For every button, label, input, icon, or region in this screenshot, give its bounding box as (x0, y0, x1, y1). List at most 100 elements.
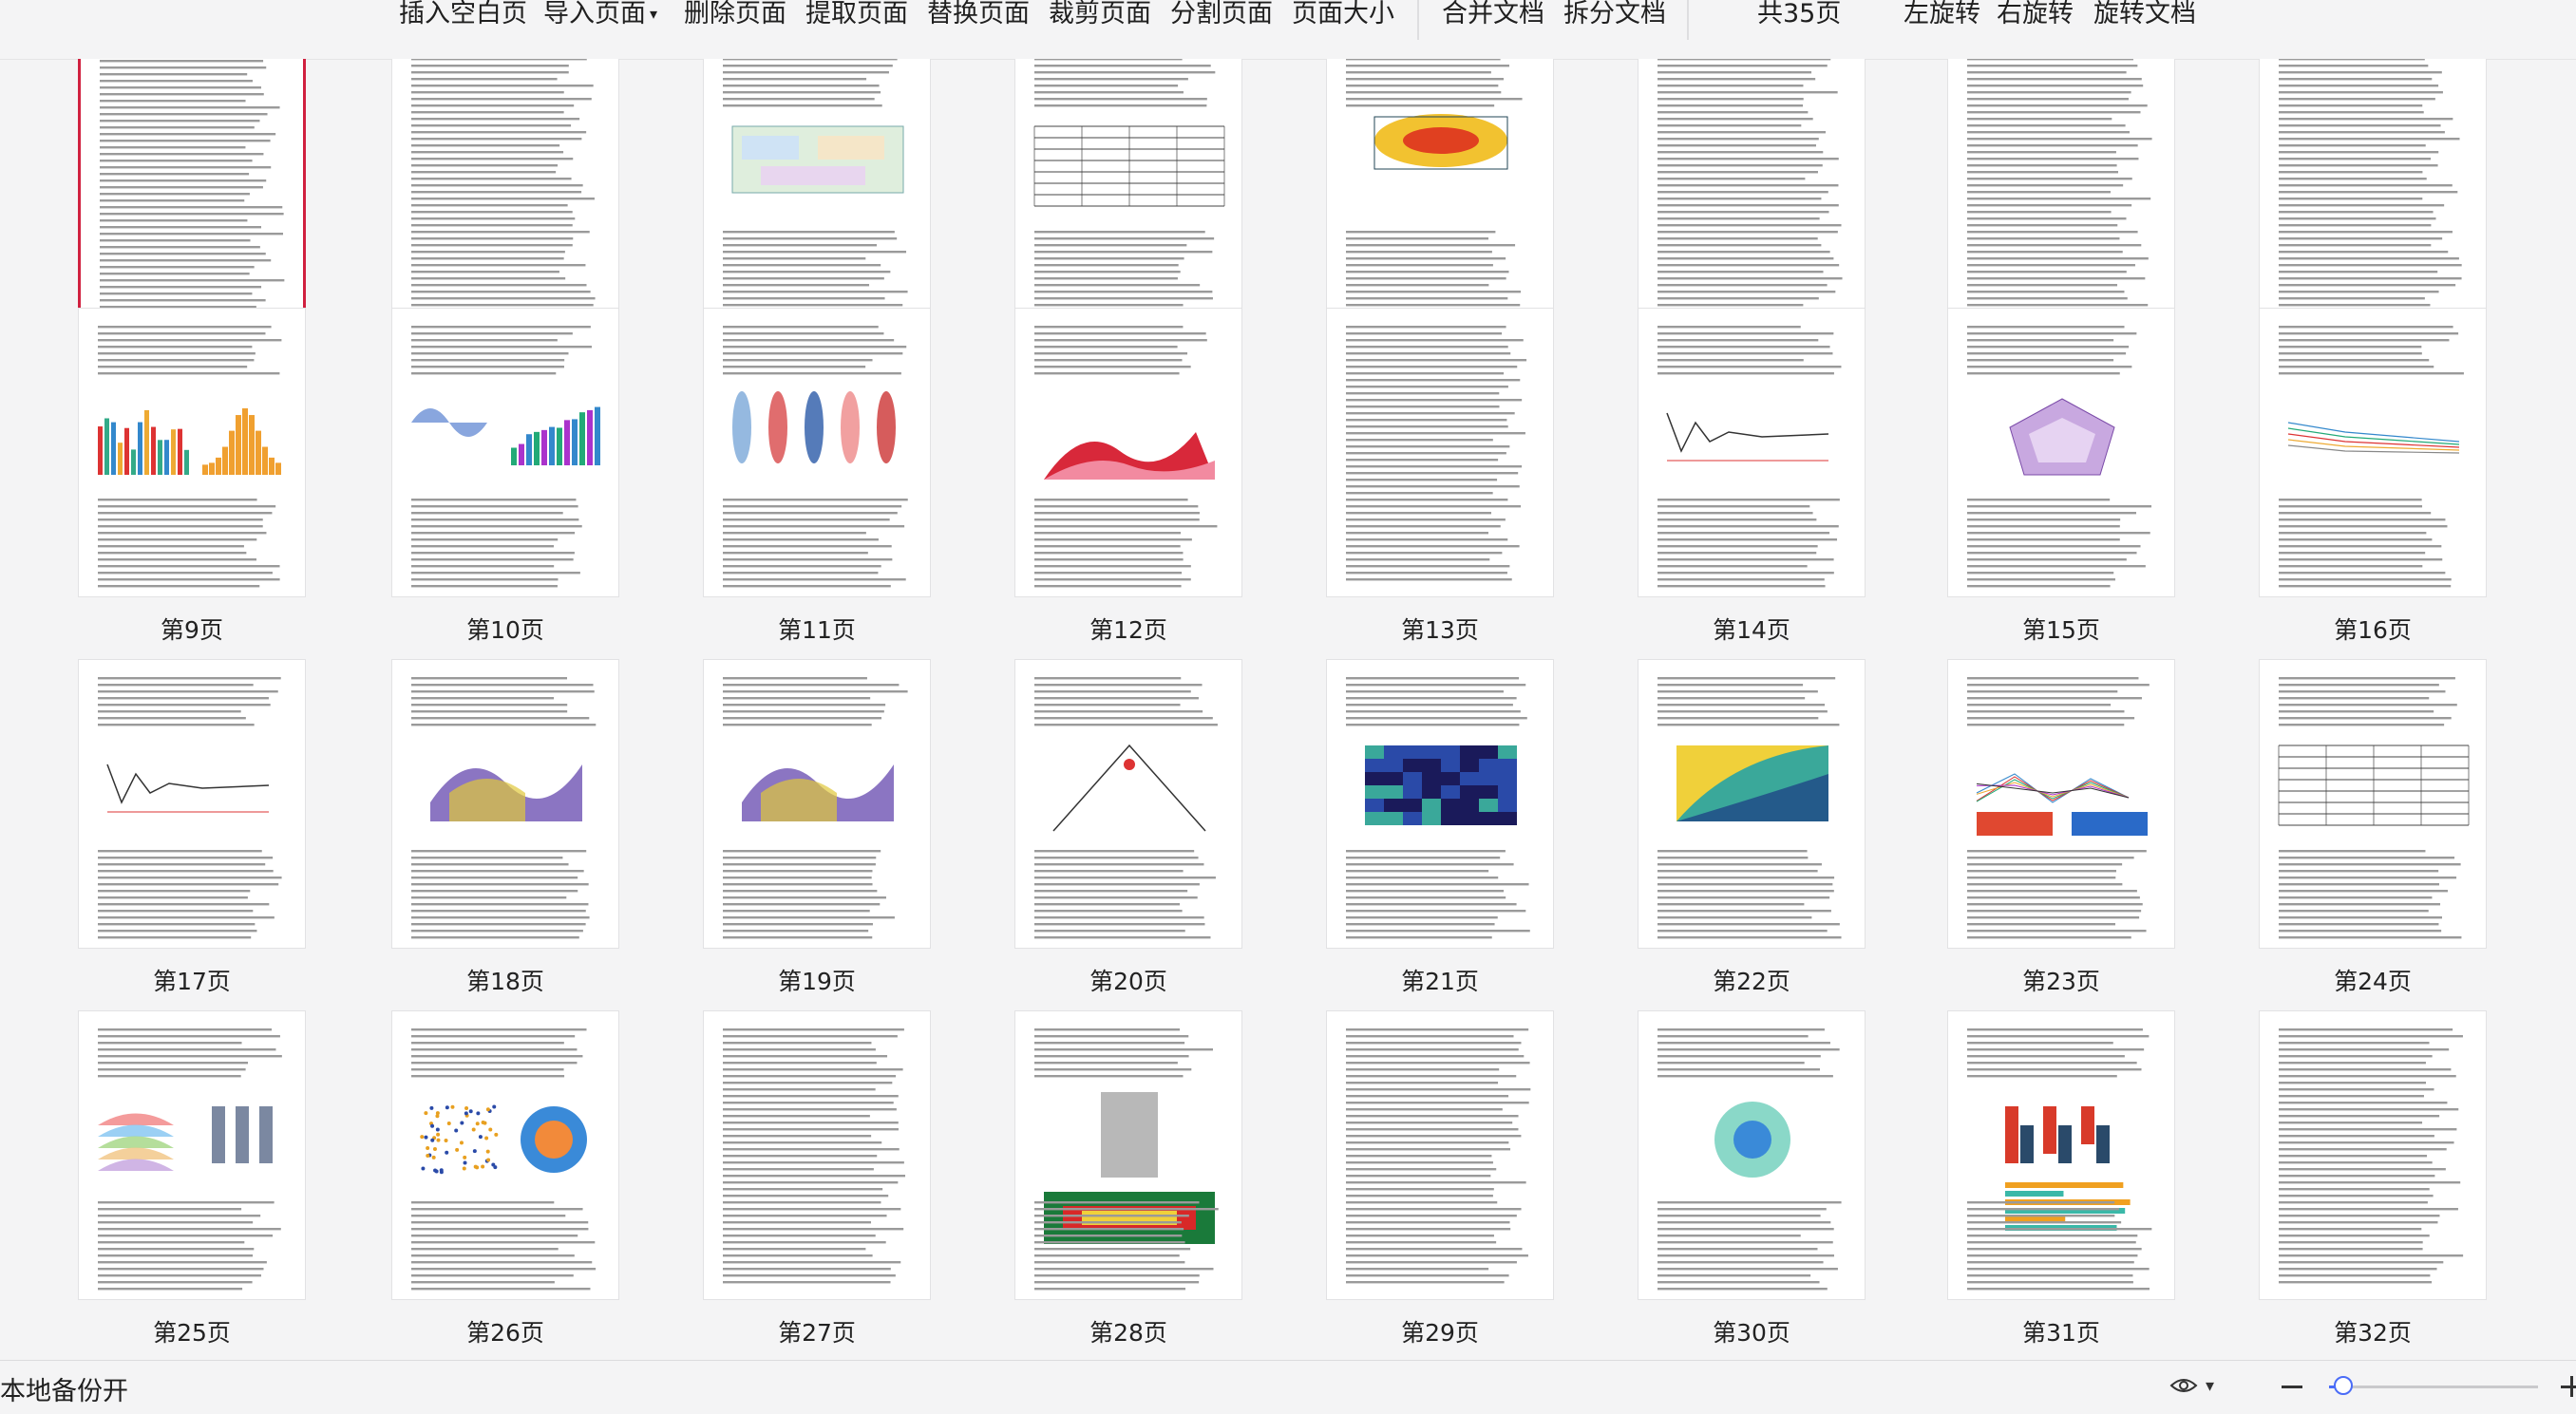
page-preview[interactable] (1947, 659, 2175, 949)
page-preview[interactable] (78, 659, 306, 949)
page-number-label: 第10页 (466, 616, 544, 644)
page-preview[interactable] (2259, 1010, 2487, 1300)
zoom-in-button[interactable] (2561, 1376, 2576, 1397)
page-preview[interactable] (1638, 1010, 1866, 1300)
rotate-left-button[interactable]: 左旋转 (1904, 0, 1980, 32)
page-thumbnail-grid: 第1页第2页第3页第4页第5页第6页第7页第8页第9页第10页第11页第12页第… (0, 59, 2576, 1360)
import-page-button[interactable]: 导入页面 ▾ (543, 0, 657, 32)
page-number-label: 第14页 (1713, 616, 1790, 644)
page-preview-content (1657, 1028, 1842, 1291)
page-thumbnail[interactable]: 第16页 (2259, 308, 2487, 650)
page-preview-content (723, 677, 908, 939)
extract-page-button[interactable]: 提取页面 (805, 0, 908, 32)
page-preview-content (1967, 326, 2152, 588)
page-preview-content (98, 677, 282, 939)
page-size-button[interactable]: 页面大小 (1292, 0, 1394, 32)
page-preview[interactable] (703, 659, 931, 949)
zoom-slider[interactable] (2329, 1386, 2538, 1388)
eye-icon[interactable] (2169, 1374, 2198, 1397)
rotate-document-button[interactable]: 旋转文档 (2093, 0, 2196, 32)
page-preview[interactable] (703, 1010, 931, 1300)
page-number-label: 第28页 (1089, 1319, 1167, 1347)
page-thumbnail[interactable]: 第21页 (1326, 659, 1554, 1001)
page-preview-content (1034, 1028, 1219, 1291)
page-preview[interactable] (1947, 59, 2175, 330)
toolbar-divider (1687, 0, 1689, 40)
page-number-label: 第22页 (1713, 968, 1790, 995)
page-number-label: 第12页 (1089, 616, 1167, 644)
status-bar: 本地备份开 ▾ (0, 1360, 2576, 1414)
page-thumbnail[interactable]: 第31页 (1947, 1010, 2175, 1352)
page-preview[interactable] (703, 308, 931, 597)
page-thumbnail[interactable]: 第13页 (1326, 308, 1554, 650)
page-preview-content (1967, 1028, 2152, 1291)
page-preview[interactable] (1014, 308, 1242, 597)
page-thumbnail[interactable]: 第9页 (78, 308, 306, 650)
page-preview-content (1657, 326, 1842, 588)
page-preview[interactable] (1326, 659, 1554, 949)
local-backup-status[interactable]: 本地备份开 (0, 1370, 128, 1407)
page-thumbnail[interactable]: 第15页 (1947, 308, 2175, 650)
page-preview[interactable] (78, 1010, 306, 1300)
page-preview[interactable] (703, 59, 931, 330)
page-thumbnail[interactable]: 第27页 (703, 1010, 931, 1352)
delete-page-button[interactable]: 删除页面 (684, 0, 786, 32)
page-preview[interactable] (1638, 59, 1866, 330)
page-preview[interactable] (1014, 1010, 1242, 1300)
page-thumbnail[interactable]: 第25页 (78, 1010, 306, 1352)
split-page-button[interactable]: 分割页面 (1170, 0, 1273, 32)
page-preview[interactable] (391, 1010, 619, 1300)
page-number-label: 第26页 (466, 1319, 544, 1347)
page-preview[interactable] (2259, 308, 2487, 597)
page-preview[interactable] (391, 659, 619, 949)
page-thumbnail[interactable]: 第26页 (391, 1010, 619, 1352)
insert-blank-page-button[interactable]: 插入空白页 (399, 0, 527, 32)
page-thumbnail[interactable]: 第32页 (2259, 1010, 2487, 1352)
page-thumbnail[interactable]: 第30页 (1638, 1010, 1866, 1352)
page-thumbnail[interactable]: 第20页 (1014, 659, 1242, 1001)
page-preview-content (98, 326, 282, 588)
page-preview[interactable] (78, 308, 306, 597)
page-number-label: 第20页 (1089, 968, 1167, 995)
page-preview[interactable] (1326, 1010, 1554, 1300)
page-thumbnail[interactable]: 第29页 (1326, 1010, 1554, 1352)
page-preview[interactable] (1638, 308, 1866, 597)
page-number-label: 第15页 (2022, 616, 2100, 644)
page-preview[interactable] (1947, 308, 2175, 597)
page-thumbnail[interactable]: 第19页 (703, 659, 931, 1001)
page-thumbnail[interactable]: 第24页 (2259, 659, 2487, 1001)
page-preview[interactable] (1014, 659, 1242, 949)
chevron-down-icon[interactable]: ▾ (2206, 1376, 2214, 1396)
page-number-label: 第23页 (2022, 968, 2100, 995)
rotate-right-button[interactable]: 右旋转 (1997, 0, 2074, 32)
page-preview[interactable] (391, 59, 619, 330)
page-preview[interactable] (391, 308, 619, 597)
split-document-button[interactable]: 拆分文档 (1563, 0, 1666, 32)
page-thumbnail[interactable]: 第22页 (1638, 659, 1866, 1001)
page-preview[interactable] (1326, 308, 1554, 597)
page-preview[interactable] (2259, 659, 2487, 949)
page-preview[interactable] (1638, 659, 1866, 949)
page-preview[interactable] (1326, 59, 1554, 330)
page-preview[interactable] (78, 59, 306, 330)
page-preview-content (1346, 677, 1530, 939)
zoom-out-button[interactable] (2282, 1386, 2302, 1388)
page-thumbnail[interactable]: 第18页 (391, 659, 619, 1001)
page-thumbnail[interactable]: 第10页 (391, 308, 619, 650)
page-thumbnail[interactable]: 第11页 (703, 308, 931, 650)
zoom-slider-handle[interactable] (2334, 1376, 2354, 1395)
page-preview[interactable] (2259, 59, 2487, 330)
page-thumbnail[interactable]: 第12页 (1014, 308, 1242, 650)
page-preview[interactable] (1014, 59, 1242, 330)
page-thumbnail[interactable]: 第14页 (1638, 308, 1866, 650)
page-number-label: 第21页 (1401, 968, 1479, 995)
merge-document-button[interactable]: 合并文档 (1442, 0, 1544, 32)
page-thumbnail[interactable]: 第28页 (1014, 1010, 1242, 1352)
page-preview[interactable] (1947, 1010, 2175, 1300)
page-thumbnail[interactable]: 第23页 (1947, 659, 2175, 1001)
replace-page-button[interactable]: 替换页面 (927, 0, 1030, 32)
crop-page-button[interactable]: 裁剪页面 (1049, 0, 1151, 32)
page-number-label: 第11页 (778, 616, 856, 644)
page-preview-content (723, 59, 908, 320)
page-thumbnail[interactable]: 第17页 (78, 659, 306, 1001)
